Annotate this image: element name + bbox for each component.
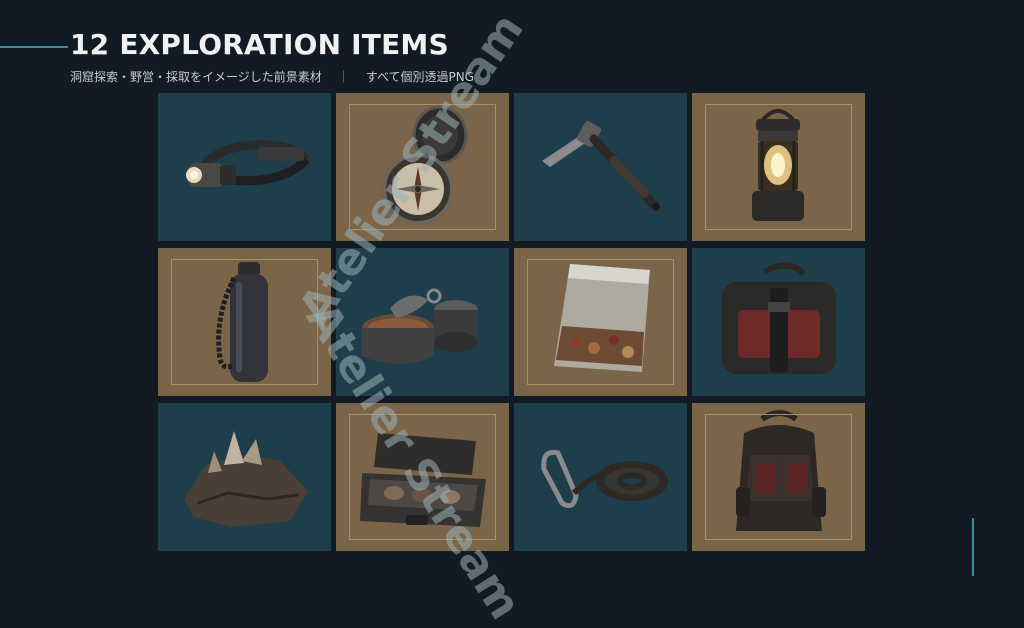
tin-cans-icon	[336, 248, 509, 396]
rope-carabiner-icon	[514, 403, 687, 551]
subtitle-separator: ｜	[338, 70, 350, 84]
item-tile-water-bottle[interactable]	[158, 248, 331, 396]
item-tile-lantern[interactable]	[692, 93, 865, 241]
subtitle-note: すべて個別透過PNG	[366, 70, 474, 84]
page-title: 12 EXPLORATION ITEMS	[70, 28, 449, 61]
item-tile-utility-pouch[interactable]	[692, 248, 865, 396]
sample-case-icon	[336, 403, 509, 551]
food-pouch-icon	[514, 248, 687, 396]
item-tile-tin-cans[interactable]	[336, 248, 509, 396]
page-subtitle: 洞窟探索・野営・採取をイメージした前景素材 ｜ すべて個別透過PNG	[70, 68, 474, 85]
item-tile-rope-carabiner[interactable]	[514, 403, 687, 551]
headlamp-icon	[158, 93, 331, 241]
item-tile-sample-case[interactable]	[336, 403, 509, 551]
item-grid	[158, 93, 865, 551]
item-tile-compass[interactable]	[336, 93, 509, 241]
pouch-bag-icon	[692, 248, 865, 396]
header-accent-line	[0, 46, 68, 48]
backpack-icon	[692, 403, 865, 551]
pickaxe-hammer-icon	[514, 93, 687, 241]
crystal-rock-icon	[158, 403, 331, 551]
item-tile-food-pouch[interactable]	[514, 248, 687, 396]
item-tile-headlamp[interactable]	[158, 93, 331, 241]
lantern-icon	[692, 93, 865, 241]
item-tile-backpack[interactable]	[692, 403, 865, 551]
subtitle-text: 洞窟探索・野営・採取をイメージした前景素材	[70, 70, 322, 84]
water-bottle-icon	[158, 248, 331, 396]
item-tile-crystal-rock[interactable]	[158, 403, 331, 551]
compass-icon	[336, 93, 509, 241]
corner-accent-line	[972, 518, 974, 576]
item-tile-rock-hammer[interactable]	[514, 93, 687, 241]
